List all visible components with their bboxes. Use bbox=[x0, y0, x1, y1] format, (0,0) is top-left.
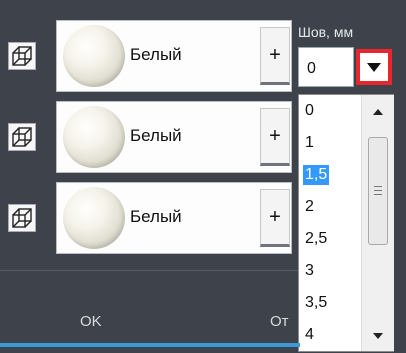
cube-icon[interactable] bbox=[8, 123, 36, 151]
material-label: Белый bbox=[130, 207, 182, 226]
triangle-down-icon bbox=[367, 62, 381, 72]
material-row-1: Белый + bbox=[0, 18, 300, 94]
seam-option[interactable]: 3 bbox=[303, 261, 316, 281]
add-material-button[interactable]: + bbox=[260, 189, 290, 247]
material-preview-sphere bbox=[63, 25, 125, 87]
material-panel[interactable]: Белый + bbox=[56, 182, 292, 254]
scroll-down-icon[interactable] bbox=[373, 333, 383, 339]
seam-options-scrollbar[interactable] bbox=[361, 95, 394, 351]
material-preview-sphere bbox=[63, 187, 125, 249]
seam-options-list[interactable]: 0 1 1,5 2 2,5 3 3,5 4 bbox=[298, 94, 394, 352]
accent-bar bbox=[0, 343, 300, 347]
divider bbox=[0, 270, 298, 271]
seam-option[interactable]: 3,5 bbox=[303, 293, 329, 313]
cancel-button[interactable]: От bbox=[270, 313, 289, 330]
material-row-3: Белый + bbox=[0, 180, 300, 256]
seam-width-value: 0 bbox=[307, 60, 316, 77]
cube-icon[interactable] bbox=[8, 204, 36, 232]
seam-option[interactable]: 1 bbox=[303, 133, 316, 153]
material-label: Белый bbox=[130, 45, 182, 64]
material-row-2: Белый + bbox=[0, 99, 300, 175]
seam-width-label: Шов, мм bbox=[298, 24, 354, 40]
seam-width-combobox[interactable]: 0 bbox=[298, 47, 354, 87]
add-material-button[interactable]: + bbox=[260, 27, 290, 85]
add-material-button[interactable]: + bbox=[260, 108, 290, 166]
ok-button[interactable]: OK bbox=[80, 313, 102, 330]
material-panel[interactable]: Белый + bbox=[56, 101, 292, 173]
seam-dropdown-button[interactable] bbox=[356, 49, 392, 85]
seam-option[interactable]: 4 bbox=[303, 325, 316, 345]
scrollbar-thumb[interactable] bbox=[368, 137, 388, 245]
material-label: Белый bbox=[130, 126, 182, 145]
material-preview-sphere bbox=[63, 106, 125, 168]
material-panel[interactable]: Белый + bbox=[56, 20, 292, 92]
seam-option[interactable]: 2,5 bbox=[303, 229, 329, 249]
seam-option-selected[interactable]: 1,5 bbox=[303, 165, 330, 185]
scroll-up-icon[interactable] bbox=[373, 109, 383, 115]
cube-icon[interactable] bbox=[8, 42, 36, 70]
seam-option[interactable]: 2 bbox=[303, 197, 316, 217]
seam-option[interactable]: 0 bbox=[303, 101, 316, 121]
